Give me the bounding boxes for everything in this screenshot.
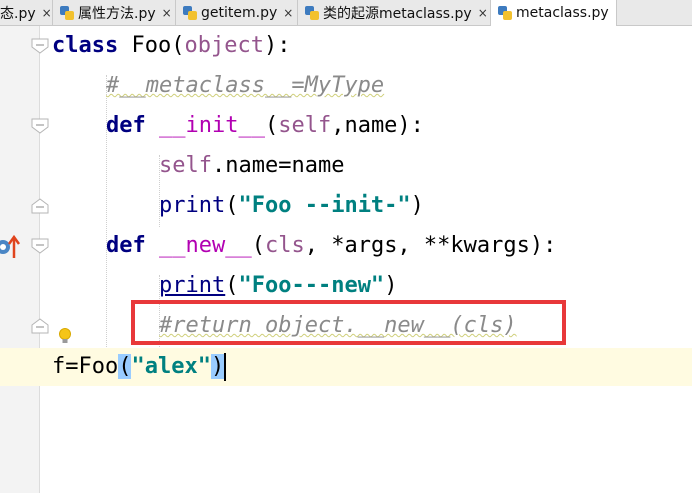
code-text: f=Foo: [52, 354, 119, 379]
fold-open-icon[interactable]: [31, 118, 49, 134]
text-cursor: [224, 353, 227, 381]
bulb-icon[interactable]: [58, 327, 72, 345]
highlight-annotation-box: [131, 300, 566, 345]
builtin-name: object: [184, 33, 264, 58]
keyword: class: [52, 33, 119, 58]
self-ref: self: [159, 153, 212, 178]
comment: #__metaclass__=MyType: [106, 73, 385, 98]
code-line-1[interactable]: class Foo(object):: [52, 31, 290, 61]
fold-close-icon[interactable]: [31, 318, 49, 334]
tab-file-1[interactable]: 态.py ×: [0, 0, 53, 25]
code-text: .name=name: [211, 153, 345, 178]
code-line-3[interactable]: def __init__(self,name):: [106, 111, 424, 141]
tab-label: 态.py: [0, 5, 36, 22]
close-icon[interactable]: ×: [162, 6, 172, 20]
code-text: ): [410, 193, 424, 218]
python-file-icon: [498, 6, 512, 20]
close-icon[interactable]: ×: [283, 6, 293, 20]
tab-label: 类的起源metaclass.py: [323, 5, 472, 22]
matched-bracket: ): [210, 354, 225, 379]
string-literal: "Foo --init-": [238, 193, 411, 218]
close-icon[interactable]: ×: [42, 6, 52, 20]
tab-label: getitem.py: [201, 4, 278, 21]
code-text: Foo(: [118, 33, 185, 58]
close-icon[interactable]: ×: [478, 6, 488, 20]
tab-file-4[interactable]: 类的起源metaclass.py ×: [298, 0, 491, 25]
tab-file-3[interactable]: getitem.py ×: [176, 0, 298, 25]
tab-file-2[interactable]: 属性方法.py ×: [53, 0, 176, 25]
code-line-9[interactable]: f=Foo("alex"): [52, 352, 227, 382]
function-name: print: [159, 273, 226, 298]
keyword: def: [106, 113, 146, 138]
override-marker-icon[interactable]: [0, 232, 22, 262]
tab-label: metaclass.py: [516, 5, 609, 21]
code-text: ,name):: [331, 113, 424, 138]
cls-param: cls: [264, 233, 305, 258]
self-param: self: [278, 113, 332, 138]
editor-tab-bar: 态.py × 属性方法.py × getitem.py × 类的起源metacl…: [0, 0, 692, 26]
string-literal: "alex": [131, 354, 211, 379]
code-text: (: [251, 233, 265, 258]
python-file-icon: [183, 5, 197, 20]
tab-label: 属性方法.py: [78, 5, 156, 22]
code-line-6[interactable]: def __new__(cls, *args, **kwargs):: [106, 231, 556, 261]
python-file-icon: [305, 5, 319, 20]
code-text: ): [384, 273, 398, 298]
method-name: __init__: [159, 113, 265, 138]
matched-bracket: (: [118, 354, 132, 379]
code-line-4[interactable]: self.name=name: [159, 151, 344, 181]
code-text: , *args, **kwargs):: [304, 233, 557, 258]
code-line-2[interactable]: #__metaclass__=MyType: [106, 71, 384, 101]
string-literal: "Foo---new": [238, 273, 385, 298]
tab-file-5[interactable]: metaclass.py ×: [491, 0, 617, 26]
code-text: (: [264, 113, 279, 138]
function-name: print: [159, 193, 226, 218]
code-line-5[interactable]: print("Foo --init-"): [159, 191, 424, 221]
code-line-7[interactable]: print("Foo---new"): [159, 271, 397, 301]
fold-close-icon[interactable]: [31, 198, 49, 214]
fold-open-icon[interactable]: [31, 38, 49, 54]
code-text: (: [225, 193, 239, 218]
python-file-icon: [60, 5, 74, 20]
code-text: ):: [263, 33, 291, 58]
keyword: def: [106, 233, 146, 258]
fold-open-icon[interactable]: [31, 238, 49, 254]
code-text: (: [225, 273, 239, 298]
method-name: __new__: [159, 233, 252, 258]
close-icon[interactable]: ×: [615, 6, 616, 20]
